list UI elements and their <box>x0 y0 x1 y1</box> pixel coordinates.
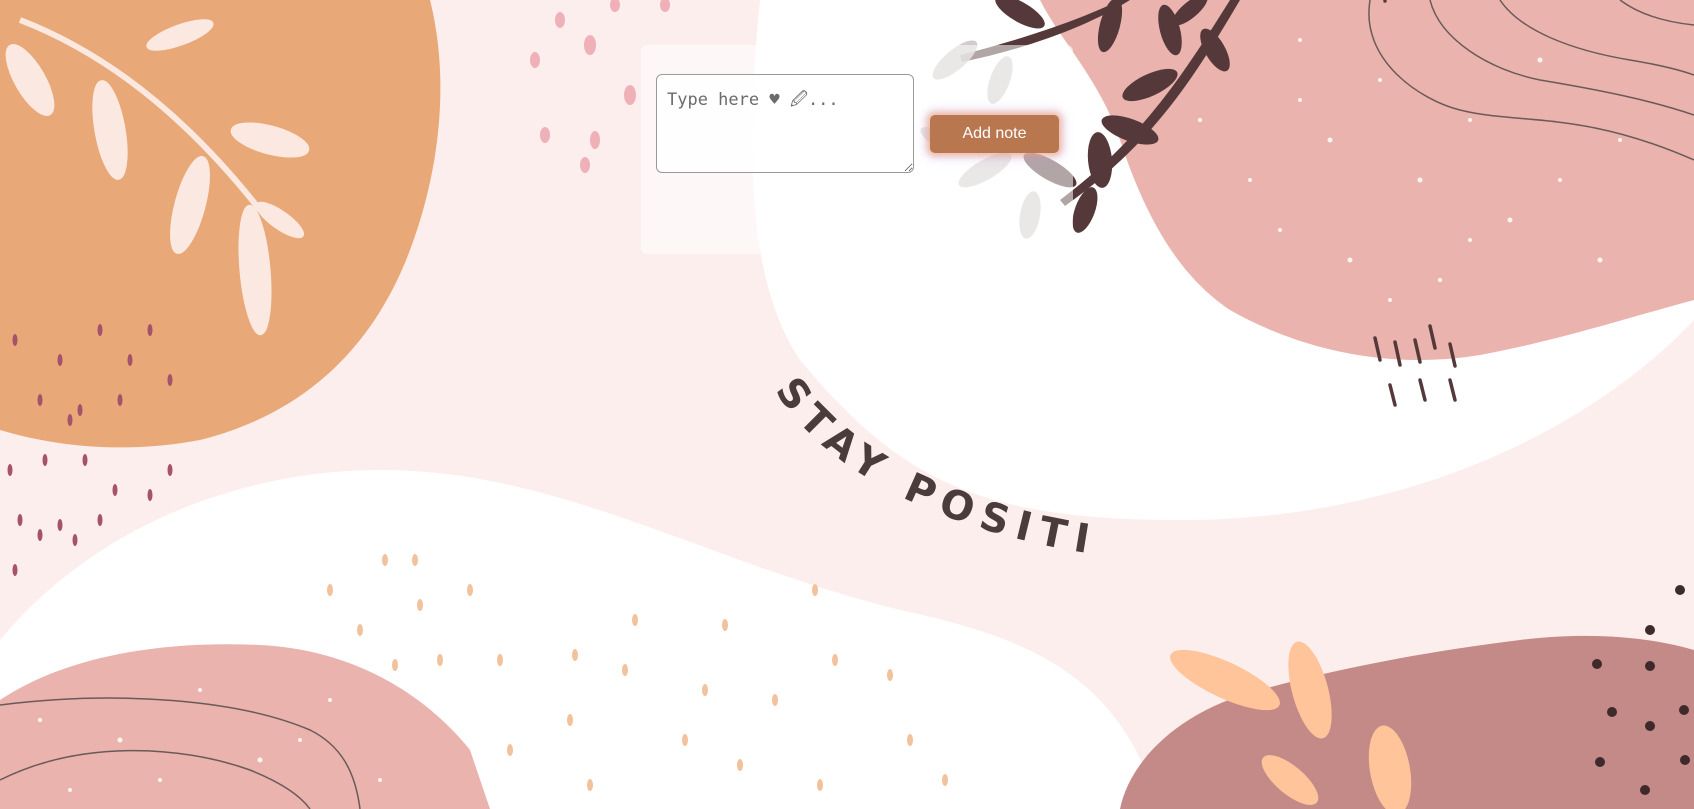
note-input[interactable] <box>656 74 914 173</box>
page: STAY POSITIVE Add note <box>0 0 1694 809</box>
orange-blob <box>0 0 441 448</box>
add-note-button[interactable]: Add note <box>930 115 1059 153</box>
